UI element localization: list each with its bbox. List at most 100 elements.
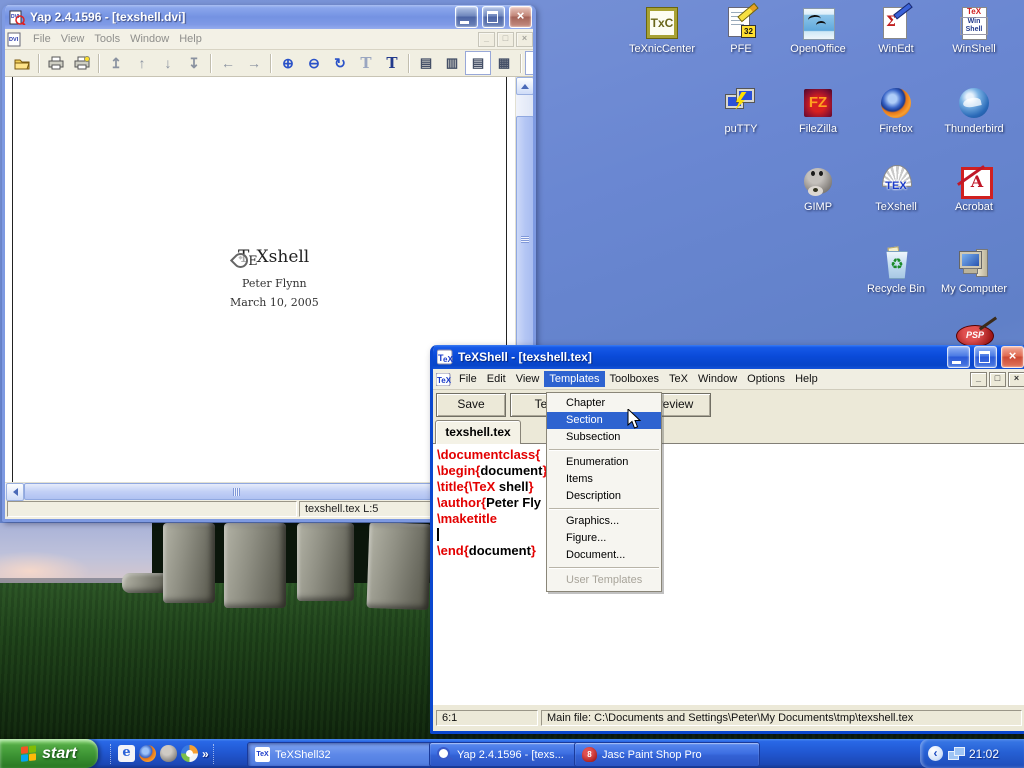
zoom-in-button[interactable]: ⊕	[275, 51, 301, 75]
back-button[interactable]: ←	[215, 51, 241, 75]
texshell-close-button[interactable]: ×	[1001, 346, 1024, 368]
firefox-quicklaunch-icon[interactable]	[139, 745, 156, 762]
menu-item-enumeration[interactable]: Enumeration	[547, 454, 661, 471]
yap-menu-tools[interactable]: Tools	[89, 31, 125, 47]
texshell-minimize-button[interactable]	[947, 346, 970, 368]
menu-item-subsection[interactable]: Subsection	[547, 429, 661, 446]
menu-view[interactable]: View	[511, 371, 545, 387]
menu-templates[interactable]: Templates	[544, 371, 604, 387]
continuous-view-button[interactable]: ▤	[465, 51, 491, 75]
menu-separator	[549, 567, 659, 569]
gimp-quicklaunch-icon[interactable]	[160, 745, 177, 762]
yap-menu-help[interactable]: Help	[174, 31, 207, 47]
menu-item-document[interactable]: Document...	[547, 547, 661, 564]
taskbar-clock[interactable]: 21:02	[969, 747, 999, 761]
taskbar-button-yap[interactable]: Yap 2.4.1596 - [texs...	[429, 742, 586, 767]
forward-button[interactable]: →	[241, 51, 267, 75]
menu-edit[interactable]: Edit	[482, 371, 511, 387]
scroll-left-button[interactable]	[6, 483, 24, 501]
desktop-icon-texshell[interactable]: TEX TeXshell	[856, 164, 936, 213]
network-status-icon[interactable]	[948, 747, 964, 760]
yap-maximize-button[interactable]	[482, 6, 505, 28]
double-page-view-button[interactable]: ▥	[439, 51, 465, 75]
hide-icons-chevron[interactable]: ‹	[928, 746, 943, 761]
desktop: TxC TeXnicCenter 32 PFE OpenOffice Σ Win…	[0, 0, 1024, 768]
menu-toolboxes[interactable]: Toolboxes	[605, 371, 665, 387]
desktop-icon-pfe[interactable]: 32 PFE	[701, 6, 781, 55]
previous-page-button[interactable]: ↑	[129, 51, 155, 75]
yap-mdi-restore-button[interactable]: □	[497, 32, 514, 47]
desktop-icon-my-computer[interactable]: My Computer	[934, 246, 1014, 295]
select-tool-button[interactable]	[525, 51, 536, 75]
tab-texshell-tex[interactable]: texshell.tex	[435, 420, 521, 444]
desktop-icon-firefox[interactable]: Firefox	[856, 86, 936, 135]
texshell-mdi-minimize-button[interactable]: _	[970, 372, 987, 387]
yap-close-button[interactable]: ×	[509, 6, 532, 28]
refresh-button[interactable]: ↻	[327, 51, 353, 75]
desktop-icon-winshell[interactable]: TeX Win Shell WinShell	[934, 6, 1014, 55]
menu-item-section[interactable]: Section	[547, 412, 661, 429]
desktop-icon-gimp[interactable]: GIMP	[778, 164, 858, 213]
yap-mdi-close-button[interactable]: ×	[516, 32, 533, 47]
quick-launch-overflow-chevron[interactable]: »	[202, 747, 209, 761]
desktop-icon-putty[interactable]: puTTY	[701, 86, 781, 135]
media-player-quicklaunch-icon[interactable]	[181, 745, 198, 762]
open-file-button[interactable]	[9, 51, 35, 75]
yap-menu-view[interactable]: View	[56, 31, 90, 47]
taskbar-button-paint-shop-pro[interactable]: 8 Jasc Paint Shop Pro	[574, 742, 760, 767]
code-editor[interactable]: \documentclass{ \begin{document} \title{…	[433, 444, 1024, 705]
text-outline-mode-button[interactable]: T	[353, 51, 379, 75]
yap-mdi-minimize-button[interactable]: _	[478, 32, 495, 47]
desktop-icon-texniccenter[interactable]: TxC TeXnicCenter	[622, 6, 702, 55]
print-button[interactable]	[43, 51, 69, 75]
thunderbird-icon	[957, 86, 991, 120]
save-button[interactable]: Save	[436, 393, 506, 417]
texshell-window-title: TeXShell - [texshell.tex]	[458, 350, 943, 364]
menu-tex[interactable]: TeX	[664, 371, 693, 387]
menu-help[interactable]: Help	[790, 371, 823, 387]
next-page-button[interactable]: ↓	[155, 51, 181, 75]
texshell-mdi-restore-button[interactable]: □	[989, 372, 1006, 387]
taskbar-button-texshell32[interactable]: TeX TeXShell32	[247, 742, 441, 767]
svg-text:TeX: TeX	[437, 376, 451, 385]
single-page-view-button[interactable]: ▤	[413, 51, 439, 75]
menu-item-graphics[interactable]: Graphics...	[547, 513, 661, 530]
desktop-icon-paint-shop-pro[interactable]: PSP	[956, 325, 994, 347]
desktop-icon-openoffice[interactable]: OpenOffice	[778, 6, 858, 55]
menu-item-items[interactable]: Items	[547, 471, 661, 488]
svg-text:eX: eX	[443, 355, 453, 364]
desktop-icon-filezilla[interactable]: FZ FileZilla	[778, 86, 858, 135]
texshell-maximize-button[interactable]	[974, 346, 997, 368]
desktop-icon-thunderbird[interactable]: Thunderbird	[934, 86, 1014, 135]
menu-item-description[interactable]: Description	[547, 488, 661, 505]
horizontal-scroll-thumb[interactable]	[24, 483, 441, 500]
editor-tab-strip: texshell.tex	[433, 418, 1024, 444]
menu-file[interactable]: File	[454, 371, 482, 387]
menu-item-figure[interactable]: Figure...	[547, 530, 661, 547]
menu-item-chapter[interactable]: Chapter	[547, 395, 661, 412]
internet-explorer-icon[interactable]: e	[118, 745, 135, 762]
vertical-scroll-thumb[interactable]	[516, 116, 533, 356]
text-render-mode-button[interactable]: T	[379, 51, 405, 75]
menu-window[interactable]: Window	[693, 371, 742, 387]
zoom-out-button[interactable]: ⊖	[301, 51, 327, 75]
texshell-mdi-close-button[interactable]: ×	[1008, 372, 1024, 387]
yap-titlebar[interactable]: DVI Yap 2.4.1596 - [texshell.dvi] ×	[2, 5, 536, 29]
desktop-icon-acrobat[interactable]: A Acrobat	[934, 164, 1014, 213]
texshell-titlebar[interactable]: T eX TeXShell - [texshell.tex] ×	[430, 345, 1024, 369]
firefox-icon	[879, 86, 913, 120]
desktop-icon-recycle-bin[interactable]: ♻ Recycle Bin	[856, 246, 936, 295]
scroll-up-button[interactable]	[516, 77, 533, 95]
first-page-button[interactable]: ↥	[103, 51, 129, 75]
continuous-double-view-button[interactable]: ▦	[491, 51, 517, 75]
yap-menu-file[interactable]: File	[28, 31, 56, 47]
print-page-button[interactable]	[69, 51, 95, 75]
yap-menu-window[interactable]: Window	[125, 31, 174, 47]
yap-minimize-button[interactable]	[455, 6, 478, 28]
desktop-icon-winedt[interactable]: Σ WinEdt	[856, 6, 936, 55]
quick-launch-handle[interactable]	[110, 744, 114, 764]
menu-options[interactable]: Options	[742, 371, 790, 387]
cursor-position-status: 6:1	[436, 710, 538, 726]
start-button[interactable]: start	[0, 739, 98, 768]
last-page-button[interactable]: ↧	[181, 51, 207, 75]
